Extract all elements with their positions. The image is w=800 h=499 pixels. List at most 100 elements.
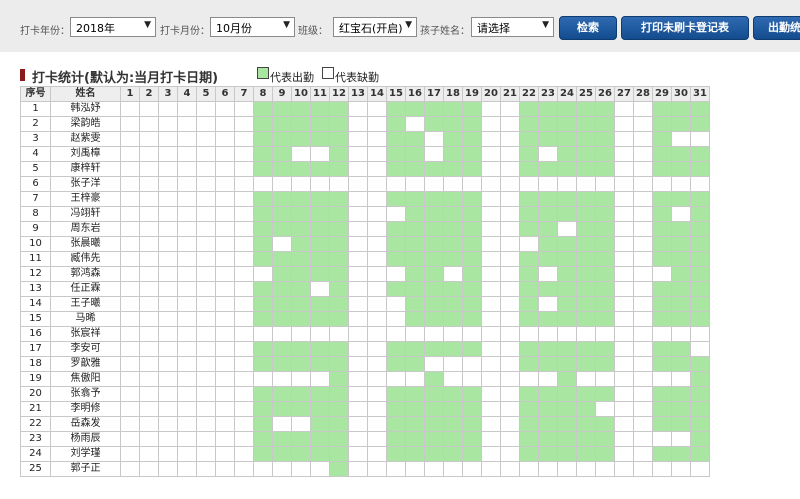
attendance-cell-absent (234, 311, 254, 327)
attendance-cell-absent (177, 221, 197, 237)
attendance-cell-absent (158, 116, 178, 132)
attendance-cell-present (291, 266, 311, 282)
attendance-cell-present (576, 281, 596, 297)
attendance-cell-absent (253, 461, 273, 477)
attendance-cell-absent (481, 221, 501, 237)
legend-present-swatch (257, 67, 269, 79)
attendance-cell-absent (557, 326, 577, 342)
row-index: 25 (20, 461, 51, 477)
attendance-cell-absent (614, 371, 634, 387)
attendance-cell-absent (386, 296, 406, 312)
attendance-cell-absent (139, 206, 159, 222)
attendance-cell-absent (671, 131, 691, 147)
attendance-cell-present (291, 386, 311, 402)
attendance-cell-absent (367, 461, 387, 477)
day-header: 7 (234, 86, 254, 102)
attendance-cell-absent (500, 461, 520, 477)
student-name: 岳森发 (50, 416, 121, 432)
class-select[interactable]: 红宝石(开启) ▼ (333, 17, 417, 37)
attendance-cell-absent (177, 416, 197, 432)
attendance-cell-present (519, 431, 539, 447)
attendance-cell-present (291, 116, 311, 132)
attendance-cell-absent (158, 326, 178, 342)
attendance-cell-present (519, 311, 539, 327)
attendance-cell-present (557, 296, 577, 312)
attendance-cell-present (595, 206, 615, 222)
attendance-cell-present (576, 251, 596, 267)
year-value: 2018年 (76, 22, 115, 35)
attendance-cell-absent (177, 191, 197, 207)
day-header: 22 (519, 86, 539, 102)
attendance-cell-present (272, 281, 292, 297)
attendance-cell-present (690, 401, 710, 417)
row-index: 3 (20, 131, 51, 147)
attendance-cell-absent (481, 311, 501, 327)
attendance-cell-present (557, 341, 577, 357)
attendance-cell-present (310, 206, 330, 222)
table-header-row: 序号 姓名 1 2 3 4 5 6 7 8 9 10 11 12 13 14 15 16 17 18 19 20 21 2… (20, 86, 710, 102)
attendance-cell-absent (348, 251, 368, 267)
attendance-cell-present (538, 386, 558, 402)
attendance-cell-present (652, 341, 672, 357)
attendance-cell-present (291, 401, 311, 417)
attendance-cell-absent (215, 266, 235, 282)
attendance-cell-present (671, 191, 691, 207)
attendance-cell-present (424, 191, 444, 207)
attendance-cell-absent (614, 356, 634, 372)
attendance-cell-present (690, 281, 710, 297)
attendance-cell-absent (367, 281, 387, 297)
row-index: 20 (20, 386, 51, 402)
attendance-cell-absent (481, 161, 501, 177)
attendance-cell-absent (500, 221, 520, 237)
attendance-cell-present (690, 266, 710, 282)
attendance-cell-absent (614, 206, 634, 222)
print-unswiped-button[interactable]: 打印未刷卡登记表 (621, 16, 749, 40)
attendance-cell-present (443, 131, 463, 147)
attendance-cell-present (386, 251, 406, 267)
attendance-cell-absent (367, 191, 387, 207)
attendance-cell-present (576, 131, 596, 147)
attendance-cell-absent (310, 176, 330, 192)
student-name: 刘学瑾 (50, 446, 121, 462)
attendance-cell-present (424, 371, 444, 387)
attendance-cell-absent (500, 266, 520, 282)
attendance-cell-absent (348, 296, 368, 312)
attendance-cell-absent (139, 281, 159, 297)
attendance-cell-absent (443, 326, 463, 342)
attendance-cell-present (386, 146, 406, 162)
attendance-cell-present (576, 146, 596, 162)
attendance-cell-absent (614, 311, 634, 327)
attendance-cell-absent (500, 251, 520, 267)
student-name: 郭鸿森 (50, 266, 121, 282)
attendance-cell-absent (234, 131, 254, 147)
attendance-cell-present (405, 236, 425, 252)
attendance-cell-absent (120, 146, 140, 162)
attendance-cell-present (519, 221, 539, 237)
attendance-cell-absent (633, 206, 653, 222)
day-header: 29 (652, 86, 672, 102)
attendance-cell-absent (500, 401, 520, 417)
attendance-cell-absent (139, 386, 159, 402)
attendance-cell-absent (576, 371, 596, 387)
attendance-cell-absent (481, 431, 501, 447)
month-select[interactable]: 10月份 ▼ (210, 17, 295, 37)
attendance-cell-present (405, 146, 425, 162)
attendance-cell-absent (120, 326, 140, 342)
attendance-cell-absent (614, 146, 634, 162)
attendance-cell-absent (120, 296, 140, 312)
attendance-cell-absent (614, 236, 634, 252)
attendance-cell-absent (139, 416, 159, 432)
attendance-cell-absent (139, 221, 159, 237)
attendance-cell-present (671, 161, 691, 177)
attendance-cell-present (671, 236, 691, 252)
attendance-cell-absent (272, 416, 292, 432)
attendance-cell-present (424, 281, 444, 297)
table-row: 25 郭子正 (20, 461, 710, 477)
attendance-cell-absent (519, 371, 539, 387)
attendance-stats-button[interactable]: 出勤统 (753, 16, 800, 40)
search-button[interactable]: 检索 (559, 16, 617, 40)
attendance-cell-absent (481, 236, 501, 252)
attendance-cell-present (595, 416, 615, 432)
year-select[interactable]: 2018年 ▼ (70, 17, 156, 37)
child-name-select[interactable]: 请选择 ▼ (471, 17, 554, 37)
